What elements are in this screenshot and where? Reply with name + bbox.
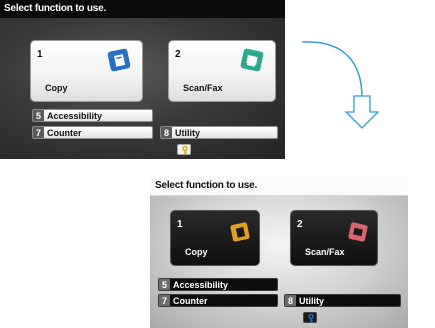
bar-number: 5 xyxy=(159,279,170,290)
bar-label: Counter xyxy=(173,296,208,306)
bar-number: 5 xyxy=(33,110,44,121)
utility-button[interactable]: 8 Utility xyxy=(160,126,278,139)
tile-label: Copy xyxy=(185,247,208,257)
bar-label: Utility xyxy=(175,128,201,138)
tile-label: Scan/Fax xyxy=(305,247,345,257)
accessibility-button[interactable]: 5 Accessibility xyxy=(32,109,153,122)
bar-label: Accessibility xyxy=(173,280,229,290)
tile-number: 2 xyxy=(175,49,181,60)
scan-fax-tile[interactable]: 2 Scan/Fax xyxy=(290,210,378,266)
panel-title: Select function to use. xyxy=(150,176,408,196)
bar-number: 8 xyxy=(285,295,296,306)
key-icon xyxy=(308,314,314,323)
bar-label: Accessibility xyxy=(47,111,103,121)
bar-number: 7 xyxy=(33,127,44,138)
control-panel-light-theme: Select function to use. 1 Copy 2 Scan/Fa… xyxy=(150,176,408,328)
bar-number: 8 xyxy=(161,127,172,138)
copy-tile[interactable]: 1 Copy xyxy=(30,40,143,102)
counter-button[interactable]: 7 Counter xyxy=(32,126,153,139)
copy-icon xyxy=(106,47,132,78)
scan-fax-icon xyxy=(239,47,265,78)
accessibility-button[interactable]: 5 Accessibility xyxy=(158,278,278,291)
tile-label: Copy xyxy=(45,83,68,93)
scan-fax-tile[interactable]: 2 Scan/Fax xyxy=(168,40,276,102)
curved-arrow-icon xyxy=(301,41,380,129)
bar-number: 7 xyxy=(159,295,170,306)
tile-label: Scan/Fax xyxy=(183,83,223,93)
tile-number: 2 xyxy=(297,219,303,230)
copy-icon xyxy=(229,221,251,248)
key-button[interactable] xyxy=(303,312,317,323)
tile-number: 1 xyxy=(177,219,183,230)
key-button[interactable] xyxy=(177,144,191,155)
tile-number: 1 xyxy=(37,49,43,60)
key-icon xyxy=(182,146,188,155)
copy-tile[interactable]: 1 Copy xyxy=(170,210,260,266)
panel-title: Select function to use. xyxy=(0,0,285,18)
bar-label: Counter xyxy=(47,128,82,138)
counter-button[interactable]: 7 Counter xyxy=(158,294,278,307)
utility-button[interactable]: 8 Utility xyxy=(284,294,401,307)
control-panel-dark-theme: Select function to use. 1 Copy 2 Scan/Fa… xyxy=(0,0,285,159)
bar-label: Utility xyxy=(299,296,325,306)
scan-fax-icon xyxy=(347,221,369,248)
